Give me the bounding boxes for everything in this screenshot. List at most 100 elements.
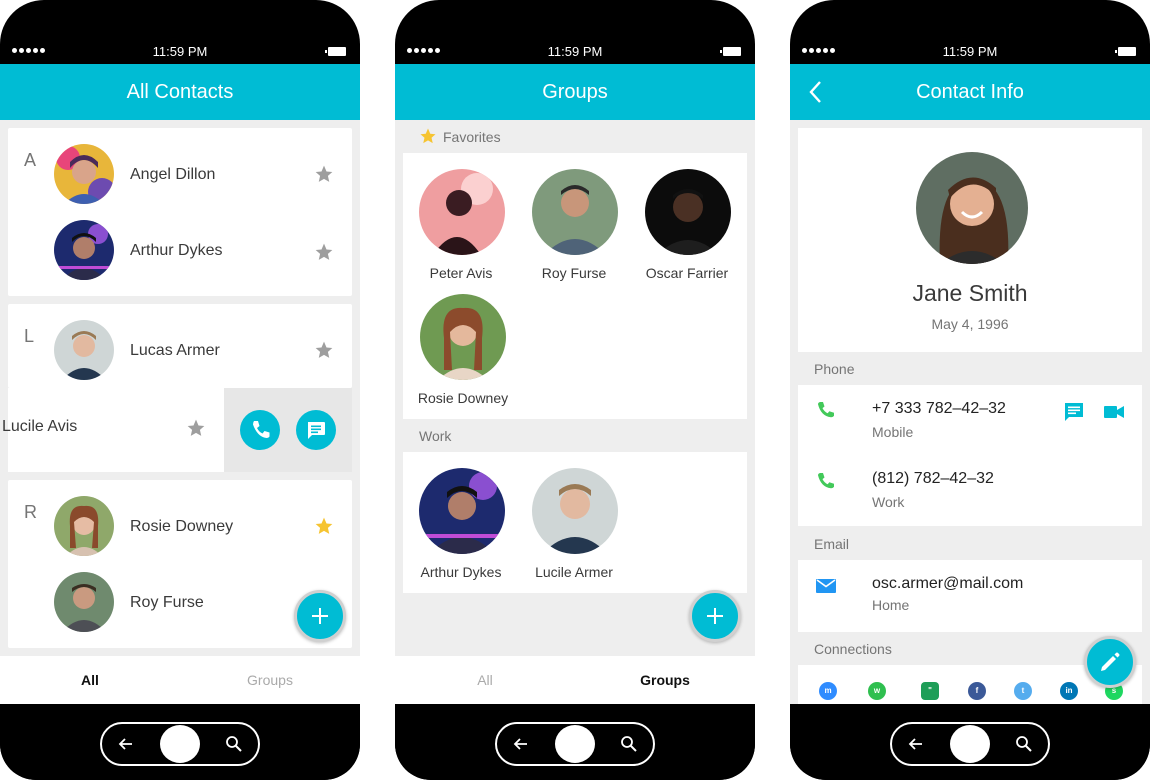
search-icon[interactable]	[224, 734, 244, 754]
email-type: Home	[872, 597, 910, 613]
avatar[interactable]	[54, 144, 114, 204]
phone-number[interactable]: (812) 782–42–32	[872, 470, 994, 488]
home-button[interactable]	[555, 725, 595, 763]
add-contact-button[interactable]	[294, 590, 346, 642]
search-icon[interactable]	[619, 734, 639, 754]
section-label-email: Email	[814, 536, 850, 552]
avatar[interactable]	[532, 169, 618, 255]
star-icon[interactable]	[314, 242, 334, 262]
message-icon[interactable]	[1062, 400, 1086, 424]
system-nav-bar	[790, 704, 1150, 780]
video-call-icon[interactable]	[1102, 400, 1126, 424]
group-label-work: Work	[419, 428, 452, 444]
avatar[interactable]	[54, 220, 114, 280]
section-letter: R	[24, 502, 37, 522]
email-icon[interactable]	[814, 574, 838, 598]
back-arrow-icon[interactable]	[511, 734, 531, 754]
phone-number[interactable]: +7 333 782–42–32	[872, 400, 1006, 418]
app-bar: Groups	[395, 64, 755, 120]
app-bar: Contact Info	[790, 64, 1150, 120]
twitter-icon[interactable]: t	[1014, 682, 1032, 700]
contact-section-l: L Lucas Armer	[8, 304, 352, 388]
linkedin-icon[interactable]: in	[1060, 682, 1078, 700]
avatar[interactable]	[54, 320, 114, 380]
section-label-connections: Connections	[814, 641, 892, 657]
hangouts-icon[interactable]: "	[921, 682, 939, 700]
avatar[interactable]	[419, 169, 505, 255]
avatar[interactable]	[54, 572, 114, 632]
section-label-phone: Phone	[814, 361, 855, 377]
back-arrow-icon[interactable]	[116, 734, 136, 754]
avatar[interactable]	[916, 152, 1028, 264]
star-icon[interactable]	[314, 516, 334, 536]
facebook-icon[interactable]: f	[968, 682, 986, 700]
whatsapp-icon[interactable]: w	[868, 682, 886, 700]
battery-icon	[720, 47, 741, 56]
member-name[interactable]: Oscar Farrier	[631, 265, 743, 281]
edit-contact-button[interactable]	[1084, 636, 1136, 688]
avatar[interactable]	[54, 496, 114, 556]
add-group-button[interactable]	[689, 590, 741, 642]
contact-name[interactable]: Roy Furse	[130, 594, 204, 612]
member-name[interactable]: Rosie Downey	[407, 390, 519, 406]
contact-name[interactable]: Angel Dillon	[130, 166, 215, 184]
tab-groups[interactable]: Groups	[180, 656, 360, 704]
contact-details[interactable]: Jane Smith May 4, 1996 Phone +7 333 782–…	[790, 120, 1150, 704]
plus-icon	[707, 608, 723, 624]
battery-icon	[325, 47, 346, 56]
star-icon	[420, 128, 436, 144]
tab-all[interactable]: All	[0, 656, 180, 704]
app-bar: All Contacts	[0, 64, 360, 120]
contact-name: Jane Smith	[912, 280, 1028, 306]
contact-name[interactable]: Rosie Downey	[130, 518, 233, 536]
contact-name[interactable]: Arthur Dykes	[130, 242, 222, 260]
contact-name[interactable]: Lucile Avis	[2, 418, 77, 436]
battery-icon	[1115, 47, 1136, 56]
phone-type: Mobile	[872, 424, 914, 440]
status-bar: 11:59 PM	[0, 40, 360, 64]
member-name[interactable]: Lucile Armer	[518, 564, 630, 580]
system-nav-bar	[0, 704, 360, 780]
email-address[interactable]: osc.armer@mail.com	[872, 575, 1023, 593]
back-chevron-icon[interactable]	[804, 64, 828, 120]
section-letter: L	[24, 326, 35, 346]
star-icon[interactable]	[314, 340, 334, 360]
star-icon[interactable]	[314, 164, 334, 184]
contact-name[interactable]: Lucas Armer	[130, 342, 220, 360]
nav-pill	[495, 722, 655, 766]
list-item-swiped[interactable]: Lucile Avis	[2, 388, 224, 472]
phone-all-contacts: 11:59 PM All Contacts A Angel Dillon Art…	[0, 0, 360, 780]
contact-section-a: A Angel Dillon Arthur Dykes	[8, 128, 352, 296]
avatar[interactable]	[532, 468, 618, 554]
home-button[interactable]	[950, 725, 990, 763]
search-icon[interactable]	[1014, 734, 1034, 754]
star-icon[interactable]	[186, 418, 206, 438]
contacts-list[interactable]: A Angel Dillon Arthur Dykes L Lucas Arme…	[0, 120, 360, 704]
avatar[interactable]	[420, 294, 506, 380]
avatar[interactable]	[645, 169, 731, 255]
phone-icon[interactable]	[814, 399, 838, 423]
bottom-tabs: All Groups	[0, 656, 360, 704]
phone-type: Work	[872, 494, 905, 510]
member-name[interactable]: Peter Avis	[405, 265, 517, 281]
status-time: 11:59 PM	[547, 44, 603, 59]
call-button[interactable]	[240, 410, 280, 450]
back-arrow-icon[interactable]	[906, 734, 926, 754]
avatar[interactable]	[419, 468, 505, 554]
page-title: Contact Info	[916, 81, 1024, 103]
status-bar: 11:59 PM	[395, 40, 755, 64]
message-button[interactable]	[296, 410, 336, 450]
phone-icon	[253, 421, 270, 438]
groups-list[interactable]: Favorites Peter Avis Roy Furse Oscar Far…	[395, 120, 755, 704]
phone-icon[interactable]	[814, 470, 838, 494]
contact-birthday: May 4, 1996	[931, 316, 1009, 332]
plus-icon	[312, 608, 328, 624]
messenger-icon[interactable]: m	[819, 682, 837, 700]
email-card: osc.armer@mail.com Home	[798, 560, 1142, 632]
tab-groups[interactable]: Groups	[575, 656, 755, 704]
member-name[interactable]: Roy Furse	[518, 265, 630, 281]
home-button[interactable]	[160, 725, 200, 763]
tab-all[interactable]: All	[395, 656, 575, 704]
group-label-favorites: Favorites	[443, 129, 501, 145]
member-name[interactable]: Arthur Dykes	[405, 564, 517, 580]
